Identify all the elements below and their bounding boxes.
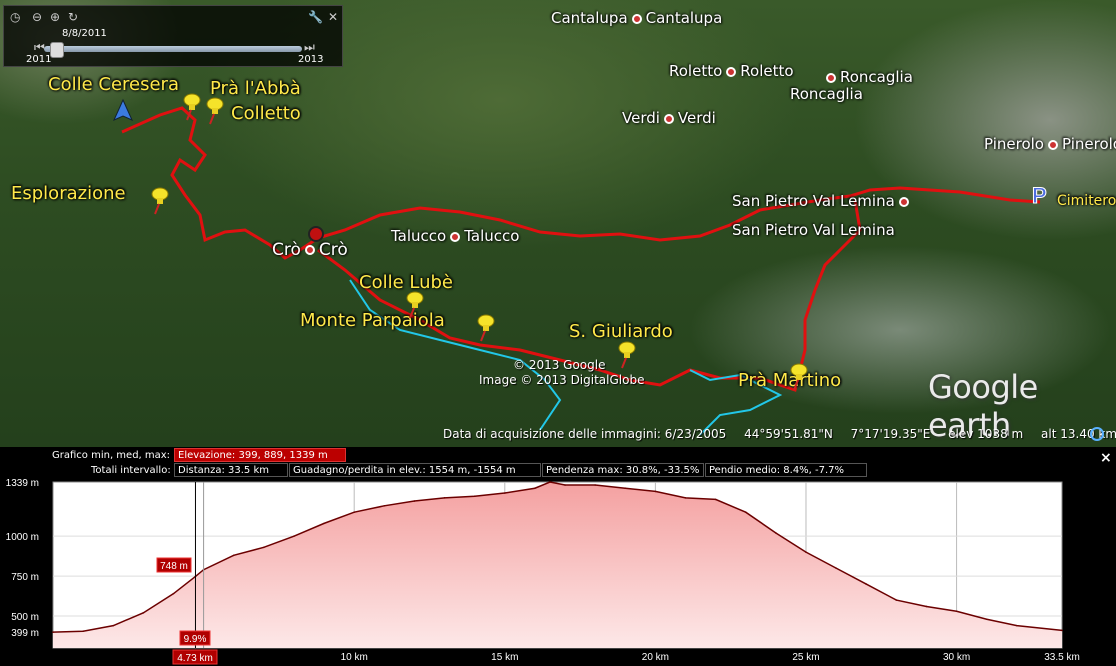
pushpin-icon[interactable] (203, 96, 225, 126)
latitude: 44°59'51.81"N (744, 427, 833, 441)
crò-target-icon (308, 226, 324, 242)
gain-box[interactable]: Guadagno/perdita in elev.: 1554 m, -1554… (289, 463, 541, 477)
zoom-in-icon[interactable]: ⊕ (50, 10, 60, 24)
reset-icon[interactable]: ↻ (68, 10, 78, 24)
close-icon[interactable]: ✕ (328, 10, 338, 24)
streaming-icon (1090, 427, 1104, 441)
close-profile-button[interactable]: × (1100, 450, 1112, 466)
place-roncaglia-2[interactable]: Roncaglia (790, 85, 863, 103)
place-roncaglia[interactable]: Roncaglia (822, 68, 913, 86)
elevation-profile-panel[interactable]: Grafico min, med, max: Elevazione: 399, … (0, 447, 1116, 666)
end-year: 2013 (298, 54, 324, 65)
imagery-date: Data di acquisizione delle immagini: 6/2… (443, 427, 727, 441)
copyright-google: © 2013 Google (513, 358, 606, 372)
start-year: 2011 (26, 54, 52, 65)
pushpin-icon[interactable] (148, 186, 170, 216)
pushpin-icon[interactable] (180, 92, 202, 122)
clock-icon[interactable]: ◷ (10, 10, 20, 24)
place-roletto[interactable]: Roletto Roletto (669, 62, 794, 80)
parking-icon: P (1032, 183, 1047, 208)
time-slider-panel[interactable]: ◷ ⊖ ⊕ ↻ 🔧 ✕ 8/8/2011 ⏮ ⏭ 2011 2013 (3, 5, 343, 67)
slope-avg-box[interactable]: Pendio medio: 8.4%, -7.7% (705, 463, 867, 477)
time-thumb[interactable] (50, 42, 64, 58)
place-pinerolo[interactable]: Pinerolo Pinerolo (984, 135, 1116, 153)
pushpin-icon[interactable] (615, 340, 637, 370)
waypoint-colle-ceresera[interactable]: Colle Ceresera (48, 74, 179, 95)
pushpin-icon[interactable] (403, 290, 425, 320)
place-cantalupa[interactable]: Cantalupa Cantalupa (551, 9, 722, 27)
place-cro[interactable]: Crò Crò (272, 240, 348, 260)
status-bar: Data di acquisizione delle immagini: 6/2… (443, 427, 1116, 441)
place-verdi[interactable]: Verdi Verdi (622, 109, 716, 127)
elevation: elev 1038 m (948, 427, 1024, 441)
place-san-pietro-2[interactable]: San Pietro Val Lemina (732, 221, 895, 239)
route-track (121, 106, 1041, 260)
pushpin-icon[interactable] (787, 362, 809, 392)
next-icon[interactable]: ⏭ (304, 40, 315, 55)
graph-label: Grafico min, med, max: (52, 450, 171, 461)
place-talucco[interactable]: Talucco Talucco (391, 227, 519, 245)
map-view[interactable]: P Cantalupa Cantalupa Roletto Roletto Ronc… (0, 0, 1116, 447)
zoom-out-icon[interactable]: ⊖ (32, 10, 42, 24)
place-san-pietro[interactable]: San Pietro Val Lemina (732, 192, 913, 210)
wrench-icon[interactable]: 🔧 (308, 10, 323, 24)
waypoint-colletto[interactable]: Colletto (231, 103, 301, 124)
distance-box[interactable]: Distanza: 33.5 km (174, 463, 288, 477)
time-track[interactable] (44, 46, 302, 52)
pushpin-icon[interactable] (474, 313, 496, 343)
place-cimitero[interactable]: Cimitero (1057, 193, 1116, 209)
elevation-box[interactable]: Elevazione: 399, 889, 1339 m (174, 448, 346, 462)
totals-label: Totali intervallo: (91, 465, 171, 476)
current-date: 8/8/2011 (62, 28, 107, 39)
waypoint-esplorazione[interactable]: Esplorazione (11, 183, 126, 204)
waypoint-s-giuliardo[interactable]: S. Giuliardo (569, 321, 673, 342)
copyright-digitalglobe: Image © 2013 DigitalGlobe (479, 373, 645, 387)
slope-max-box[interactable]: Pendenza max: 30.8%, -33.5% (542, 463, 704, 477)
direction-arrow-icon (113, 98, 133, 121)
longitude: 7°17'19.35"E (850, 427, 931, 441)
